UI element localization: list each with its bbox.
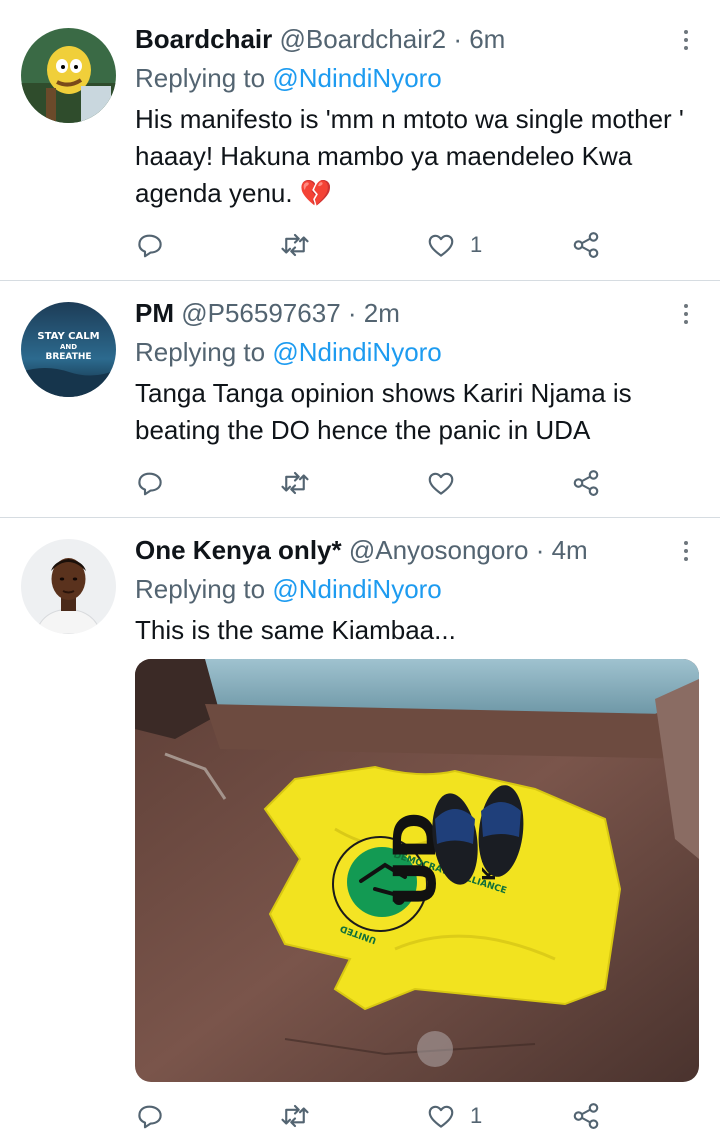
replying-to-label: Replying to	[135, 574, 266, 604]
like-icon	[428, 1105, 454, 1128]
retweet-button[interactable]	[280, 465, 324, 501]
share-icon	[573, 232, 599, 258]
like-count: 1	[470, 1103, 483, 1128]
timestamp[interactable]: · 4m	[536, 535, 588, 565]
tweet-text: This is the same Kiambaa...	[135, 615, 456, 645]
retweet-icon	[281, 471, 309, 495]
avatar-image	[21, 28, 116, 123]
retweet-icon	[281, 1104, 309, 1128]
replying-to: Replying to @NdindiNyoro	[135, 335, 442, 369]
avatar-image	[21, 539, 116, 634]
reply-icon	[138, 234, 162, 258]
tweet-header: Boardchair @Boardchair2 · 6m	[135, 22, 505, 56]
share-icon	[573, 470, 599, 496]
avatar-pm[interactable]: STAY CALM AND BREATHE	[21, 302, 116, 397]
replying-to-label: Replying to	[135, 63, 266, 93]
replying-to: Replying to @NdindiNyoro	[135, 61, 442, 95]
tweet-text: Tanga Tanga opinion shows Kariri Njama i…	[135, 378, 632, 445]
reply-button[interactable]	[135, 465, 179, 501]
tweet-2[interactable]: STAY CALM AND BREATHE PM @P56597637 · 2m…	[0, 281, 720, 517]
retweet-icon	[281, 233, 309, 257]
like-button[interactable]	[426, 465, 470, 501]
like-count: 1	[470, 232, 483, 257]
like-button[interactable]: 1	[426, 1098, 482, 1134]
tweet-text: His manifesto is 'mm n mtoto wa single m…	[135, 104, 684, 208]
avatar-text-line-3: BREATHE	[45, 352, 91, 362]
avatar-boardchair[interactable]	[21, 28, 116, 123]
reply-button[interactable]	[135, 227, 179, 263]
user-handle[interactable]: @P56597637	[181, 298, 340, 328]
reply-icon	[138, 1105, 162, 1129]
avatar-text-line-2: AND	[60, 343, 77, 351]
photo-uda-shirt: DEMOCRATIC ALLIANCE UNITED UD KAZI N	[135, 659, 699, 1082]
tweet-actions: 1	[135, 1098, 615, 1134]
replying-to-handle[interactable]: @NdindiNyoro	[272, 63, 441, 93]
tweet-header: One Kenya only* @Anyosongoro · 4m	[135, 533, 588, 567]
timestamp[interactable]: · 2m	[348, 298, 400, 328]
display-name[interactable]: PM	[135, 298, 174, 328]
tweet-actions: 1	[135, 227, 615, 263]
avatar-one-kenya-only[interactable]	[21, 539, 116, 634]
share-button[interactable]	[571, 465, 601, 501]
tweet-photo[interactable]: DEMOCRATIC ALLIANCE UNITED UD KAZI N	[135, 659, 699, 1082]
avatar-image: STAY CALM AND BREATHE	[21, 302, 116, 397]
tweet-actions	[135, 465, 615, 501]
tweet-header: PM @P56597637 · 2m	[135, 296, 400, 330]
replying-to-handle[interactable]: @NdindiNyoro	[272, 337, 441, 367]
reply-icon	[138, 472, 162, 496]
like-icon	[428, 472, 454, 495]
retweet-button[interactable]	[280, 227, 324, 263]
more-options-icon[interactable]	[676, 302, 696, 326]
reply-button[interactable]	[135, 1098, 179, 1134]
share-icon	[573, 1103, 599, 1129]
avatar-text-line-1: STAY CALM	[37, 331, 99, 342]
retweet-button[interactable]	[280, 1098, 324, 1134]
replying-to-handle[interactable]: @NdindiNyoro	[272, 574, 441, 604]
share-button[interactable]	[571, 1098, 601, 1134]
like-icon	[428, 234, 454, 257]
display-name[interactable]: One Kenya only*	[135, 535, 342, 565]
more-options-icon[interactable]	[676, 28, 696, 52]
tweet-1[interactable]: Boardchair @Boardchair2 · 6m Replying to…	[0, 0, 720, 280]
user-handle[interactable]: @Anyosongoro	[349, 535, 529, 565]
tweet-3[interactable]: One Kenya only* @Anyosongoro · 4m Replyi…	[0, 518, 720, 1129]
user-handle[interactable]: @Boardchair2	[280, 24, 447, 54]
replying-to-label: Replying to	[135, 337, 266, 367]
replying-to: Replying to @NdindiNyoro	[135, 572, 442, 606]
like-button[interactable]: 1	[426, 227, 482, 263]
share-button[interactable]	[571, 227, 601, 263]
more-options-icon[interactable]	[676, 539, 696, 563]
timestamp[interactable]: · 6m	[453, 24, 505, 54]
display-name[interactable]: Boardchair	[135, 24, 272, 54]
